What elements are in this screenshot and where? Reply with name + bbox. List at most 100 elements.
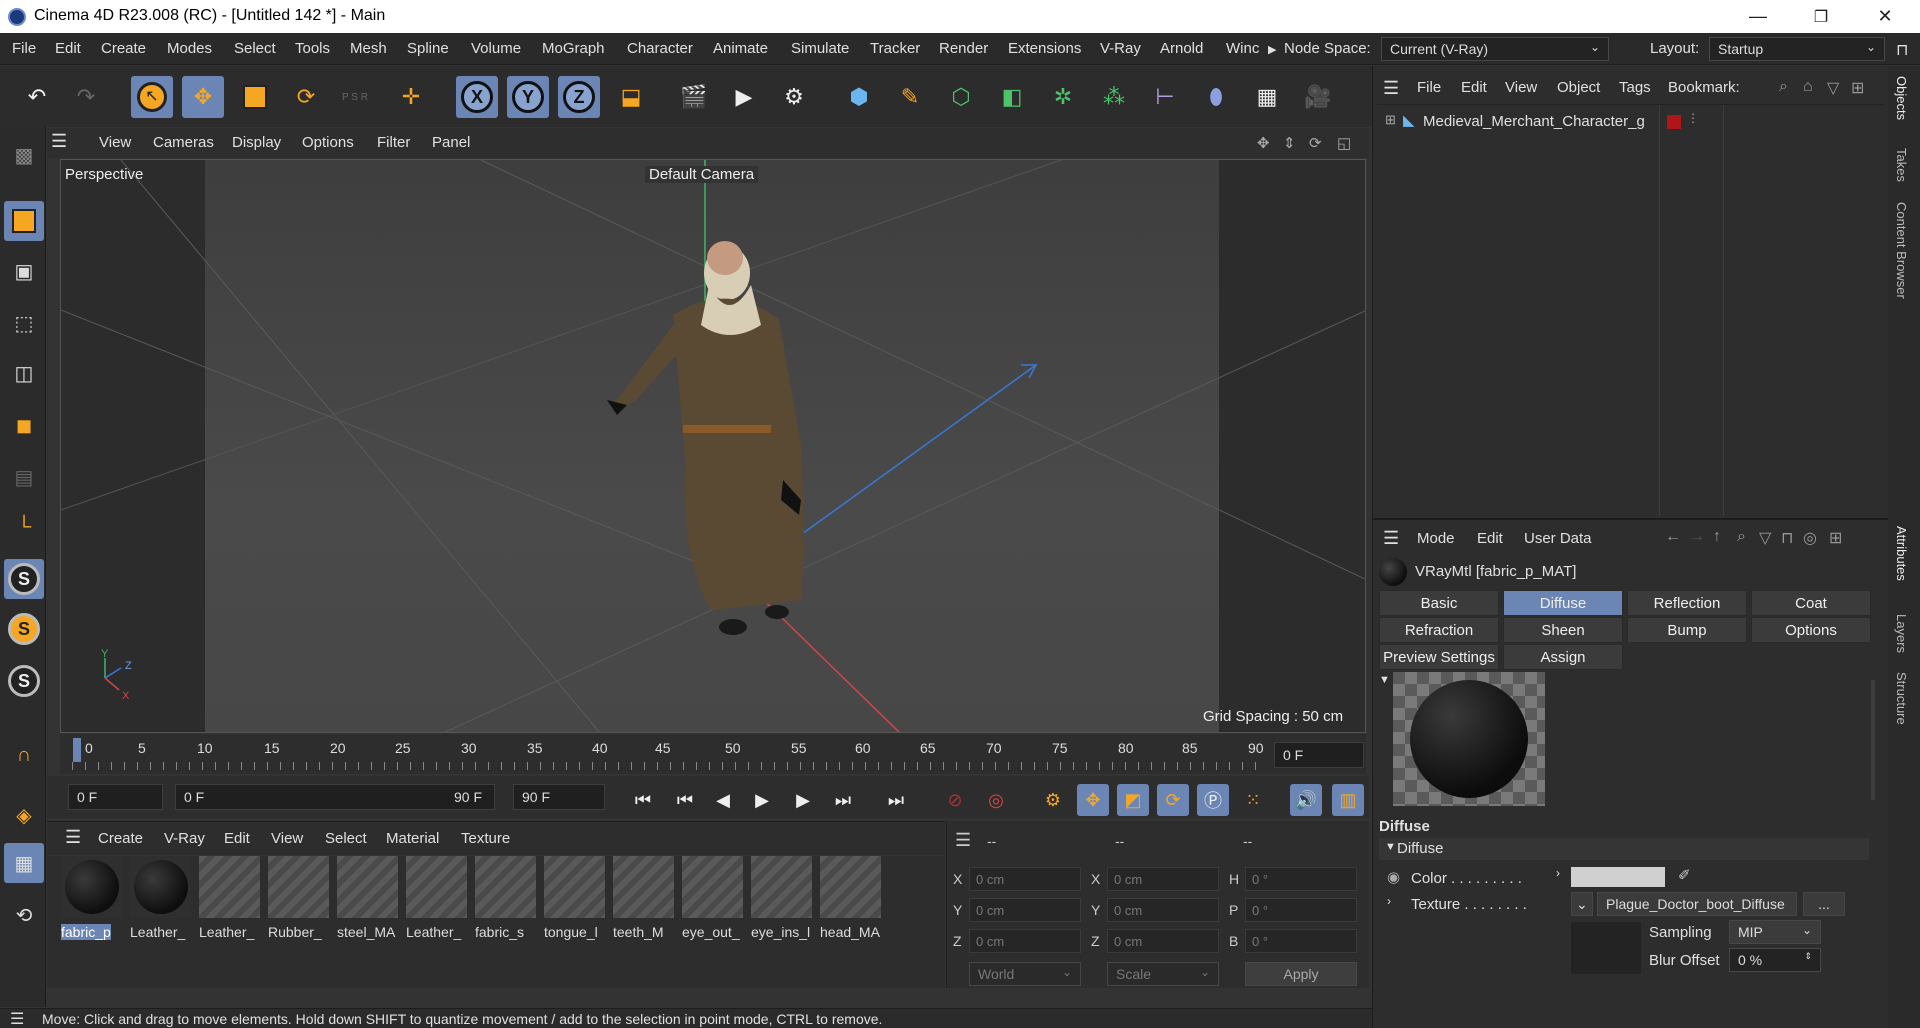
menu-vray[interactable]: V-Ray bbox=[1100, 40, 1141, 57]
tab-coat[interactable]: Coat bbox=[1751, 590, 1871, 616]
record-icon[interactable]: ⊘ bbox=[939, 784, 971, 816]
hamburger-icon[interactable]: ☰ bbox=[65, 827, 81, 848]
floor-icon[interactable]: ▦ bbox=[1246, 76, 1288, 118]
viewport-menu-filter[interactable]: Filter bbox=[377, 134, 410, 151]
collapse-arrow-icon[interactable]: ▼ bbox=[1379, 674, 1390, 686]
edge-mode-icon[interactable]: ◫ bbox=[4, 353, 44, 393]
position-y-field[interactable]: 0 cm bbox=[969, 898, 1081, 922]
go-to-end-icon[interactable]: ⏭ bbox=[880, 784, 912, 816]
mat-menu-view[interactable]: View bbox=[271, 830, 303, 847]
menu-select[interactable]: Select bbox=[234, 40, 276, 57]
up-arrow-icon[interactable]: ↑ bbox=[1713, 528, 1721, 546]
previous-frame-icon[interactable]: ◀ bbox=[707, 784, 739, 816]
cube-primitive-icon[interactable]: ⬢ bbox=[838, 76, 880, 118]
maximize-button[interactable]: ❐ bbox=[1796, 0, 1846, 33]
keyframe-selection-icon[interactable]: ⚙ bbox=[1037, 784, 1069, 816]
timeline-ruler[interactable]: 0 5 10 15 20 25 30 35 40 45 50 55 60 65 … bbox=[60, 734, 1366, 774]
previous-key-icon[interactable]: ⏮ bbox=[669, 784, 701, 816]
live-selection-icon[interactable]: ↖ bbox=[131, 76, 173, 118]
search-icon[interactable]: ⌕ bbox=[1737, 528, 1746, 546]
viewport-menu-cameras[interactable]: Cameras bbox=[153, 134, 214, 151]
subdivision-surface-icon[interactable]: ⬡ bbox=[940, 76, 982, 118]
side-tab-structure[interactable]: Structure bbox=[1894, 672, 1909, 725]
render-picture-viewer-icon[interactable]: ▶ bbox=[723, 76, 765, 118]
viewport-3d[interactable]: Perspective Default Camera Grid Spacing … bbox=[60, 159, 1366, 733]
obj-menu-bookmarks[interactable]: Bookmark: bbox=[1668, 79, 1740, 96]
menu-create[interactable]: Create bbox=[101, 40, 146, 57]
scrollbar[interactable] bbox=[1871, 680, 1875, 800]
redo-icon[interactable]: ↷ bbox=[65, 76, 107, 118]
filter-icon[interactable]: ▽ bbox=[1759, 528, 1771, 548]
attr-menu-edit[interactable]: Edit bbox=[1477, 530, 1503, 547]
maximize-view-icon[interactable]: ◱ bbox=[1337, 134, 1351, 152]
lock-icon[interactable]: ⊓ bbox=[1781, 528, 1793, 548]
expand-icon[interactable]: ⊞ bbox=[1385, 112, 1396, 128]
viewport-menu-view[interactable]: View bbox=[99, 134, 131, 151]
material-item[interactable]: eye_ins_l bbox=[751, 856, 812, 946]
expand-arrow-icon[interactable]: › bbox=[1387, 894, 1391, 908]
menu-window[interactable]: Winc bbox=[1226, 40, 1259, 57]
next-frame-icon[interactable]: ▶ bbox=[787, 784, 819, 816]
object-name[interactable]: Medieval_Merchant_Character_g bbox=[1423, 113, 1645, 130]
hamburger-icon[interactable]: ☰ bbox=[1383, 528, 1399, 549]
chevron-right-icon[interactable]: › bbox=[1556, 866, 1560, 880]
tab-options[interactable]: Options bbox=[1751, 617, 1871, 643]
obj-menu-view[interactable]: View bbox=[1505, 79, 1537, 96]
size-x-field[interactable]: 0 cm bbox=[1107, 867, 1219, 891]
home-icon[interactable]: ⌂ bbox=[1803, 78, 1813, 96]
mat-menu-select[interactable]: Select bbox=[325, 830, 367, 847]
lock-x-axis-icon[interactable]: X bbox=[456, 76, 498, 118]
rotation-h-field[interactable]: 0 ° bbox=[1245, 867, 1357, 891]
mat-menu-texture[interactable]: Texture bbox=[461, 830, 510, 847]
material-item[interactable]: eye_out_ bbox=[682, 856, 743, 946]
material-item[interactable]: head_MA bbox=[820, 856, 881, 946]
rotate-tool-icon[interactable]: ⟳ bbox=[285, 76, 327, 118]
viewport-menu-options[interactable]: Options bbox=[302, 134, 354, 151]
menu-character[interactable]: Character bbox=[627, 40, 693, 57]
visibility-dots-icon[interactable]: ⋮ bbox=[1687, 111, 1699, 125]
material-tag-icon[interactable] bbox=[1667, 115, 1681, 129]
make-editable-icon[interactable]: ▩ bbox=[4, 135, 44, 175]
menu-tracker[interactable]: Tracker bbox=[870, 40, 920, 57]
mat-menu-create[interactable]: Create bbox=[98, 830, 143, 847]
apply-button[interactable]: Apply bbox=[1245, 962, 1357, 986]
undo-icon[interactable]: ↶ bbox=[16, 76, 58, 118]
snap-icon[interactable]: S bbox=[4, 559, 44, 599]
tab-bump[interactable]: Bump bbox=[1627, 617, 1747, 643]
material-item[interactable]: steel_MA bbox=[337, 856, 398, 946]
back-arrow-icon[interactable]: ← bbox=[1665, 528, 1681, 546]
mat-menu-material[interactable]: Material bbox=[386, 830, 439, 847]
target-icon[interactable]: ◎ bbox=[1803, 528, 1817, 548]
lock-y-axis-icon[interactable]: Y bbox=[507, 76, 549, 118]
rotation-p-field[interactable]: 0 ° bbox=[1245, 898, 1357, 922]
menu-animate[interactable]: Animate bbox=[713, 40, 768, 57]
menu-mesh[interactable]: Mesh bbox=[350, 40, 387, 57]
orbit-view-icon[interactable]: ⟳ bbox=[1309, 134, 1322, 152]
move-tool-icon[interactable]: ✥ bbox=[182, 76, 224, 118]
workplane-icon[interactable]: ◈ bbox=[4, 795, 44, 835]
menu-mograph[interactable]: MoGraph bbox=[542, 40, 605, 57]
render-view-icon[interactable]: 🎬 bbox=[673, 76, 715, 118]
material-item[interactable]: fabric_s bbox=[475, 856, 536, 946]
play-icon[interactable]: ▶ bbox=[746, 784, 778, 816]
menu-volume[interactable]: Volume bbox=[471, 40, 521, 57]
obj-menu-tags[interactable]: Tags bbox=[1619, 79, 1651, 96]
material-item[interactable]: Leather_ bbox=[199, 856, 260, 946]
scale-tool-icon[interactable] bbox=[234, 76, 276, 118]
end-frame-field[interactable]: 90 F bbox=[513, 784, 605, 810]
filter-icon[interactable]: ▽ bbox=[1827, 78, 1839, 98]
minimize-button[interactable]: — bbox=[1733, 0, 1783, 33]
layout-pin-icon[interactable]: ⊓ bbox=[1896, 40, 1908, 60]
menu-extensions[interactable]: Extensions bbox=[1008, 40, 1081, 57]
start-frame-field[interactable]: 0 F bbox=[68, 784, 163, 810]
rotation-b-field[interactable]: 0 ° bbox=[1245, 929, 1357, 953]
pen-spline-icon[interactable]: ✎ bbox=[889, 76, 931, 118]
side-tab-takes[interactable]: Takes bbox=[1894, 148, 1909, 182]
key-pla-icon[interactable]: ⁙ bbox=[1237, 784, 1269, 816]
coord-space-dropdown[interactable]: World ⌄ bbox=[969, 962, 1081, 986]
position-x-field[interactable]: 0 cm bbox=[969, 867, 1081, 891]
deformer-icon[interactable]: ⊢ bbox=[1144, 76, 1186, 118]
transform-icon[interactable]: ✛ bbox=[390, 76, 432, 118]
texture-field[interactable]: Plague_Doctor_boot_Diffuse bbox=[1597, 892, 1797, 916]
menu-edit[interactable]: Edit bbox=[55, 40, 81, 57]
